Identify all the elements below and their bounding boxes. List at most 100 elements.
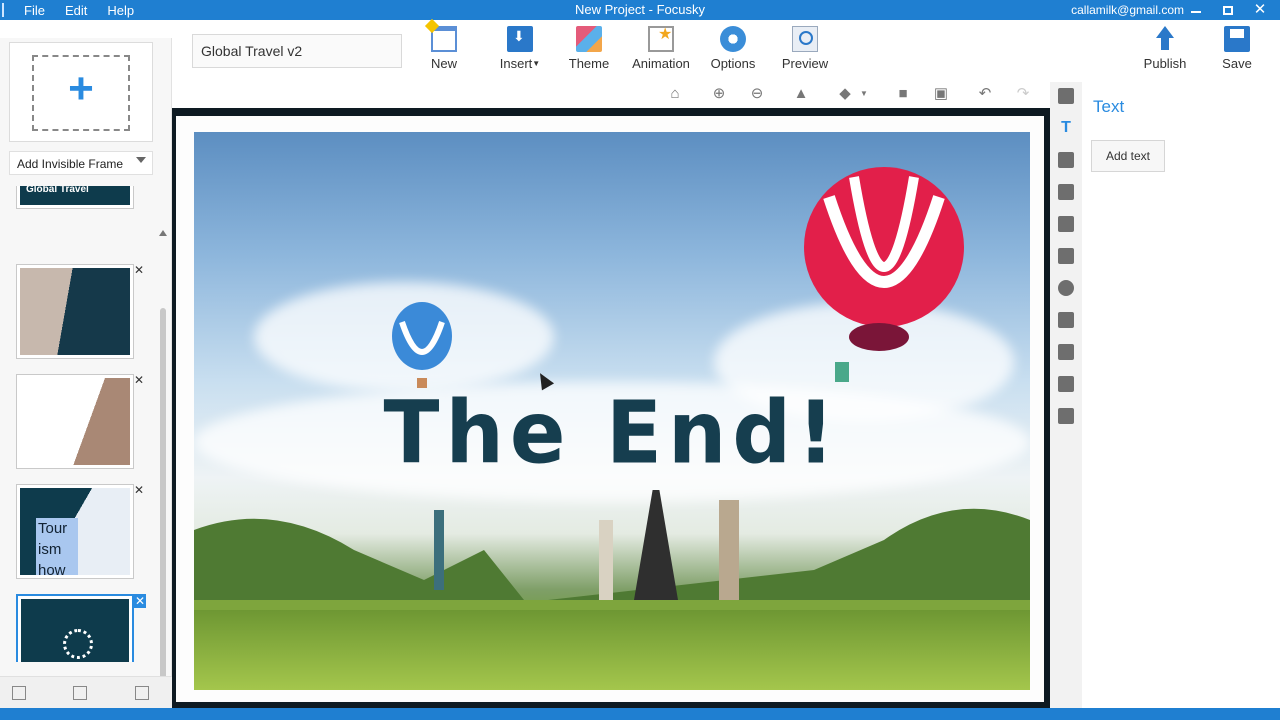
frame-settings-icon[interactable] <box>73 686 87 700</box>
insert-label: Insert <box>499 56 533 71</box>
publish-icon <box>1152 26 1178 52</box>
thumbnail-image <box>20 378 130 465</box>
add-frame-button[interactable]: + <box>9 42 153 142</box>
thumbnail-image <box>21 599 129 662</box>
menu-help[interactable]: Help <box>107 3 134 18</box>
delete-slide-icon[interactable]: ✕ <box>133 263 145 277</box>
text-tool-icon[interactable]: T <box>1058 120 1074 136</box>
theme-label: Theme <box>568 56 610 71</box>
thumbnail-image <box>20 268 130 355</box>
save-button[interactable]: Save <box>1202 26 1272 71</box>
account-email[interactable]: callamilk@gmail.com <box>1071 0 1184 20</box>
video-tool-icon[interactable] <box>1058 216 1074 232</box>
thumbnail-image: Tour ism how <box>20 488 130 575</box>
invisible-frame-label: Add Invisible Frame <box>17 157 124 171</box>
options-icon <box>720 26 746 52</box>
theme-button[interactable]: Theme <box>554 26 624 71</box>
flash-tool-icon[interactable] <box>1058 280 1074 296</box>
add-text-button[interactable]: Add text <box>1091 140 1165 172</box>
blue-balloon-icon <box>392 302 452 388</box>
slide-thumbnail-2[interactable]: ✕ <box>16 263 144 359</box>
maximize-button[interactable] <box>1214 0 1242 20</box>
shape-tool-icon[interactable] <box>1058 88 1074 104</box>
document-tool-icon[interactable] <box>1058 312 1074 328</box>
close-button[interactable]: ✕ <box>1246 0 1274 20</box>
chevron-down-icon[interactable] <box>136 157 146 163</box>
link-tool-icon[interactable] <box>1058 184 1074 200</box>
status-bar <box>0 708 1280 720</box>
minimize-button[interactable] <box>1182 0 1210 20</box>
loading-spinner-icon <box>63 629 93 659</box>
scroll-up-icon[interactable] <box>159 230 167 236</box>
edit-frame-icon[interactable] <box>12 686 26 700</box>
red-balloon-icon <box>804 167 964 382</box>
copy-icon[interactable]: ■ <box>895 86 911 102</box>
insert-icon <box>507 26 533 52</box>
thumbnail-title: Global Travel <box>20 186 130 205</box>
home-icon[interactable]: ⌂ <box>667 86 683 102</box>
canvas-toolbar: ⌂ ⊕ ⊖ ▲ ◆ ▼ ■ ▣ ↶ ↷ <box>172 82 1048 108</box>
slide-thumbnail-3[interactable]: ✕ <box>16 373 144 469</box>
app-icon <box>2 3 10 17</box>
frames-panel: + Add Invisible Frame Global Travel ✕ ✕ … <box>0 38 172 708</box>
preview-button[interactable]: Preview <box>770 26 840 71</box>
zoom-in-icon[interactable]: ⊕ <box>711 86 727 102</box>
zoom-out-icon[interactable]: ⊖ <box>749 86 765 102</box>
new-label: New <box>430 56 457 71</box>
delete-slide-icon[interactable]: ✕ <box>133 483 145 497</box>
slide-thumbnail-1[interactable]: Global Travel <box>16 186 134 209</box>
fill-dropdown-icon[interactable]: ▼ <box>856 86 872 102</box>
properties-panel: Text Add text <box>1082 82 1280 708</box>
thumbnail-text: Tour ism how <box>36 518 78 575</box>
paste-icon[interactable]: ▣ <box>933 86 949 102</box>
delete-slide-icon[interactable]: ✕ <box>134 594 146 608</box>
fill-color-icon[interactable]: ◆ <box>837 86 853 102</box>
main-toolbar: Global Travel v2 New Insert▼ Theme Anima… <box>0 20 1280 80</box>
scrollbar-thumb[interactable] <box>160 308 166 688</box>
save-label: Save <box>1222 56 1252 71</box>
frames-panel-footer <box>0 676 172 708</box>
menu-file[interactable]: File <box>24 3 45 18</box>
invisible-frame-select[interactable]: Add Invisible Frame <box>9 151 153 175</box>
slide-canvas[interactable]: The End! <box>172 108 1050 708</box>
save-icon <box>1224 26 1250 52</box>
publish-label: Publish <box>1143 56 1187 71</box>
menu-bar: File Edit Help <box>0 0 154 20</box>
slide-thumbnail-4[interactable]: Tour ism how ✕ <box>16 483 144 579</box>
insert-button[interactable]: Insert▼ <box>485 26 555 71</box>
layout-tool-icon[interactable] <box>1058 408 1074 424</box>
lock-icon[interactable]: ▲ <box>793 86 809 102</box>
grass-field <box>194 610 1030 690</box>
delete-slide-icon[interactable]: ✕ <box>133 373 145 387</box>
menu-edit[interactable]: Edit <box>65 3 87 18</box>
layers-tool-icon[interactable] <box>1058 376 1074 392</box>
new-icon <box>431 26 457 52</box>
animation-icon <box>648 24 674 52</box>
options-button[interactable]: Options <box>698 26 768 71</box>
new-button[interactable]: New <box>409 26 479 71</box>
panel-title: Text <box>1093 97 1125 116</box>
title-bar: File Edit Help New Project - Focusky cal… <box>0 0 1280 20</box>
project-name-field[interactable]: Global Travel v2 <box>192 34 402 68</box>
insert-dropdown-icon: ▼ <box>532 59 541 68</box>
plane-tool-icon[interactable] <box>1058 344 1074 360</box>
slide-frame[interactable]: The End! <box>176 116 1044 702</box>
slide-thumbnail-5[interactable]: ✕ <box>16 594 146 662</box>
insert-tool-strip: T <box>1050 82 1082 708</box>
thumbnail-scrollbar[interactable] <box>158 230 168 708</box>
plus-icon: + <box>68 64 94 113</box>
animation-button[interactable]: Animation <box>626 24 696 71</box>
redo-icon[interactable]: ↷ <box>1015 86 1031 102</box>
maximize-icon <box>1223 5 1233 15</box>
music-tool-icon[interactable] <box>1058 248 1074 264</box>
image-tool-icon[interactable] <box>1058 152 1074 168</box>
slide-headline[interactable]: The End! <box>194 384 1030 484</box>
group-frames-icon[interactable] <box>135 686 149 700</box>
travel-landscape-image: The End! <box>194 132 1030 690</box>
options-label: Options <box>710 56 756 71</box>
animation-label: Animation <box>632 56 690 71</box>
undo-icon[interactable]: ↶ <box>977 86 993 102</box>
minimize-icon <box>1191 11 1201 13</box>
publish-button[interactable]: Publish <box>1130 26 1200 71</box>
theme-icon <box>576 26 602 52</box>
